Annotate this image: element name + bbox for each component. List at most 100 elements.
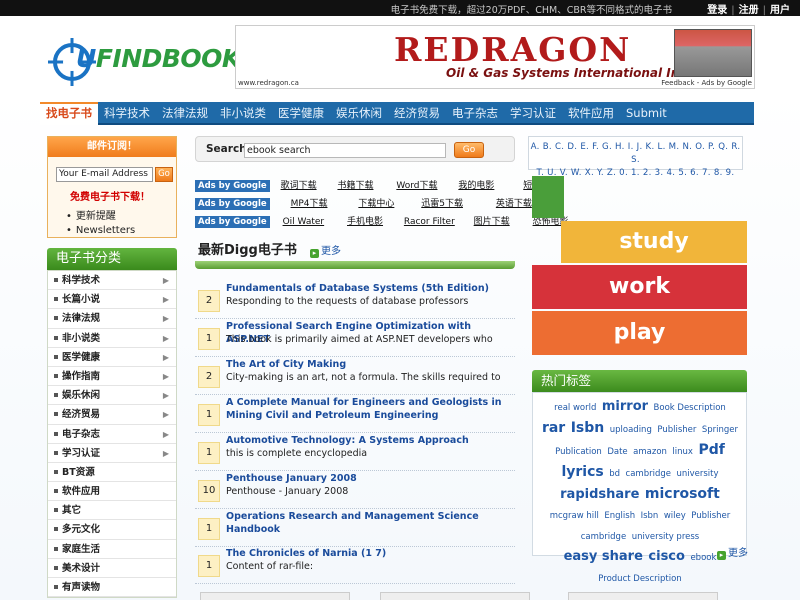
ad-link[interactable]: MP4下载 [291, 196, 328, 209]
digg-more-link[interactable]: ▸ 更多 [310, 242, 341, 258]
tag-link[interactable]: bd [609, 469, 620, 479]
book-title[interactable]: Operations Research and Management Scien… [226, 511, 511, 536]
category-item[interactable]: 美术设计 [48, 559, 176, 578]
nav-item-entertainment[interactable]: 娱乐休闲 [330, 102, 388, 125]
ad-link[interactable]: 书籍下载 [337, 178, 373, 191]
update-reminder-link[interactable]: 更新提醒 [74, 210, 135, 224]
alphabet-line[interactable]: A. B. C. D. E. F. G. H. I. J. K. L. M. N… [529, 141, 742, 167]
login-link[interactable]: 登录 [707, 5, 727, 16]
category-item[interactable]: 软件应用 [48, 482, 176, 502]
category-item[interactable]: 长篇小说 ▶ [48, 290, 176, 310]
tag-link[interactable]: mirror [602, 399, 648, 414]
digg-count[interactable]: 1 [198, 555, 220, 577]
tag-link[interactable]: uploading [610, 425, 652, 435]
tag-link[interactable]: cambridge [626, 469, 671, 479]
tag-link[interactable]: ebook [690, 553, 716, 563]
category-item[interactable]: 操作指南 ▶ [48, 367, 176, 387]
tag-link[interactable]: Publisher [691, 511, 730, 521]
tag-link[interactable]: Publication [555, 447, 602, 457]
tag-link[interactable]: university [676, 469, 718, 479]
ads-by-google-badge[interactable]: Ads by Google [195, 216, 270, 228]
category-item[interactable]: 法律法规 ▶ [48, 309, 176, 329]
ad-link[interactable]: 迅雷5下载 [421, 196, 463, 209]
tag-link[interactable]: Pdf [698, 442, 724, 458]
nav-item-medical[interactable]: 医学健康 [272, 102, 330, 125]
ads-by-google-badge[interactable]: Ads by Google [195, 180, 270, 192]
category-item[interactable]: 家庭生活 [48, 540, 176, 559]
ad-link[interactable]: 我的电影 [458, 178, 494, 191]
book-title[interactable]: Automotive Technology: A Systems Approac… [226, 435, 511, 448]
ad-link[interactable]: 图片下载 [474, 214, 510, 227]
category-item[interactable]: BT资源 [48, 463, 176, 483]
register-link[interactable]: 注册 [739, 5, 759, 16]
tag-link[interactable]: microsoft [645, 486, 720, 502]
ad-banner[interactable]: REDRAGON Oil & Gas Systems International… [235, 25, 755, 89]
category-item[interactable]: 多元文化 [48, 520, 176, 540]
site-logo[interactable]: UFINDBOOK [48, 36, 241, 88]
tag-link[interactable]: real world [554, 403, 596, 413]
tag-link[interactable]: Isbn [641, 511, 659, 521]
search-go-button[interactable]: Go [454, 142, 484, 158]
tag-link[interactable]: university press [632, 532, 700, 542]
category-item[interactable]: 电子杂志 ▶ [48, 425, 176, 444]
tag-link[interactable]: Springer [702, 425, 738, 435]
user-link[interactable]: 用户 [770, 5, 790, 16]
tag-link[interactable]: lyrics [561, 464, 603, 480]
nav-item-law[interactable]: 法律法规 [156, 102, 214, 125]
tag-link[interactable]: cambridge [581, 532, 626, 542]
category-item[interactable]: 有声读物 [48, 578, 176, 598]
tag-link[interactable]: Date [607, 447, 627, 457]
banner-ads-label[interactable]: Feedback - Ads by Google [661, 79, 752, 87]
nav-item-submit[interactable]: Submit [620, 102, 673, 125]
nav-item-science[interactable]: 科学技术 [98, 102, 156, 125]
book-title[interactable]: Penthouse January 2008 [226, 473, 511, 486]
ads-by-google-badge[interactable]: Ads by Google [195, 198, 270, 210]
email-field[interactable]: Your E-mail Address [56, 167, 153, 182]
category-item[interactable]: 医学健康 ▶ [48, 348, 176, 367]
book-title[interactable]: Fundamentals of Database Systems (5th Ed… [226, 283, 511, 296]
category-item[interactable]: 娱乐休闲 ▶ [48, 386, 176, 406]
tag-link[interactable]: Book Description [654, 403, 726, 413]
tag-link[interactable]: wiley [664, 511, 686, 521]
alphabet-index[interactable]: A. B. C. D. E. F. G. H. I. J. K. L. M. N… [528, 136, 743, 178]
search-input[interactable]: ebook search [244, 143, 446, 158]
tag-link[interactable]: cisco [648, 549, 685, 564]
tag-link[interactable]: Isbn [571, 420, 605, 436]
newsletters-link[interactable]: Newsletters [74, 224, 135, 238]
ad-link[interactable]: 手机电影 [347, 214, 383, 227]
nav-item-economics[interactable]: 经济贸易 [388, 102, 446, 125]
ad-link[interactable]: 英语下载 [496, 196, 532, 209]
digg-count[interactable]: 1 [198, 404, 220, 426]
subscribe-go-button[interactable]: Go [155, 167, 173, 182]
tag-link[interactable]: mcgraw hill [550, 511, 599, 521]
category-item[interactable]: 非小说类 ▶ [48, 329, 176, 348]
tag-link[interactable]: linux [672, 447, 693, 457]
category-item[interactable]: 其它 [48, 501, 176, 521]
ad-link[interactable]: Oil Water [283, 217, 325, 227]
book-title[interactable]: The Chronicles of Narnia (1 7) [226, 548, 511, 561]
category-item[interactable]: 经济贸易 ▶ [48, 405, 176, 425]
nav-item-software[interactable]: 软件应用 [562, 102, 620, 125]
tag-link[interactable]: Publisher [657, 425, 696, 435]
category-item[interactable]: 科学技术 ▶ [48, 271, 176, 291]
tag-link[interactable]: amazon [633, 447, 667, 457]
ad-link[interactable]: 歌词下载 [281, 178, 317, 191]
category-item[interactable]: 学习认证 ▶ [48, 444, 176, 463]
digg-count[interactable]: 2 [198, 290, 220, 312]
tag-link[interactable]: easy share [564, 549, 643, 564]
nav-item-nonfiction[interactable]: 非小说类 [214, 102, 272, 125]
tag-link[interactable]: Product Description [598, 574, 681, 584]
book-title[interactable]: A Complete Manual for Engineers and Geol… [226, 397, 511, 422]
hot-tags-more-link[interactable]: ▸ 更多 [717, 544, 748, 560]
nav-item-magazines[interactable]: 电子杂志 [446, 102, 504, 125]
nav-item-certification[interactable]: 学习认证 [504, 102, 562, 125]
tag-link[interactable]: English [604, 511, 635, 521]
digg-count[interactable]: 2 [198, 366, 220, 388]
digg-count[interactable]: 1 [198, 442, 220, 464]
digg-count[interactable]: 10 [198, 480, 220, 502]
tag-link[interactable]: rar [542, 420, 565, 436]
ad-link[interactable]: Word下载 [396, 178, 437, 191]
ad-link[interactable]: Racor Filter [404, 217, 455, 227]
digg-count[interactable]: 1 [198, 518, 220, 540]
ad-link[interactable]: 下载中心 [358, 196, 394, 209]
